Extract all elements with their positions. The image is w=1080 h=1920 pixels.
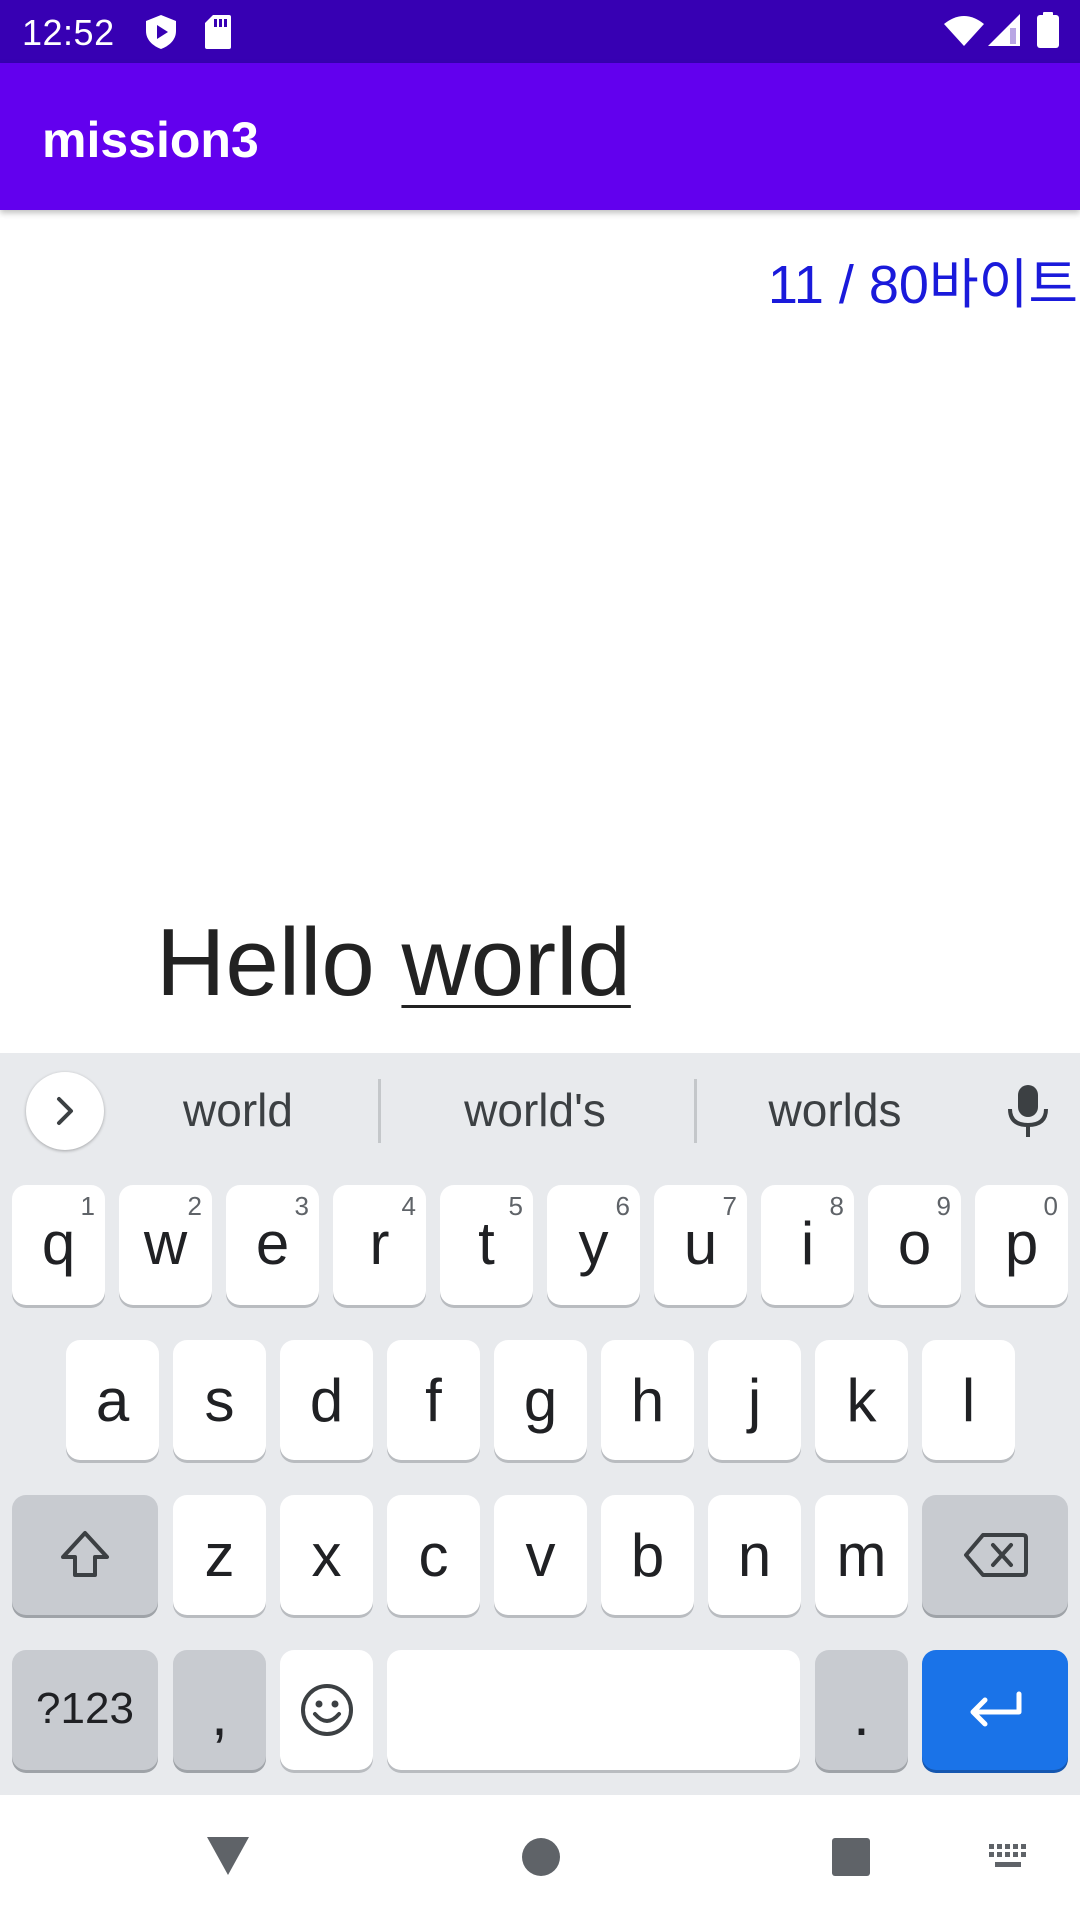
period-key[interactable]: . xyxy=(815,1650,908,1770)
key-label: k xyxy=(846,1367,877,1434)
key-label: d xyxy=(309,1367,344,1434)
home-icon[interactable] xyxy=(521,1837,561,1882)
key-m[interactable]: m xyxy=(815,1495,908,1615)
key-l[interactable]: l xyxy=(922,1340,1015,1460)
keyboard-switch-icon[interactable] xyxy=(987,1842,1029,1877)
key-label: n xyxy=(737,1522,772,1589)
key-h[interactable]: h xyxy=(601,1340,694,1460)
key-label: g xyxy=(523,1367,558,1434)
recents-icon[interactable] xyxy=(831,1837,871,1882)
message-input[interactable]: Hello world xyxy=(156,908,631,1018)
key-label: , xyxy=(211,1681,228,1748)
key-e[interactable]: 3e xyxy=(226,1185,319,1305)
comma-key[interactable]: , xyxy=(173,1650,266,1770)
key-label: y xyxy=(578,1210,609,1277)
shift-icon xyxy=(61,1531,109,1577)
key-j[interactable]: j xyxy=(708,1340,801,1460)
key-label: c xyxy=(418,1522,449,1589)
key-label: o xyxy=(897,1210,932,1277)
enter-icon xyxy=(970,1691,1022,1727)
suggestion-divider xyxy=(694,1079,697,1143)
enter-key[interactable] xyxy=(922,1650,1068,1770)
key-b[interactable]: b xyxy=(601,1495,694,1615)
key-label: a xyxy=(95,1367,130,1434)
play-protect-icon xyxy=(144,14,178,55)
key-o[interactable]: 9o xyxy=(868,1185,961,1305)
key-u[interactable]: 7u xyxy=(654,1185,747,1305)
status-bar: 12:52 xyxy=(0,0,1080,63)
key-q[interactable]: 1q xyxy=(12,1185,105,1305)
key-label: l xyxy=(961,1367,976,1434)
key-w[interactable]: 2w xyxy=(119,1185,212,1305)
microphone-icon[interactable] xyxy=(1004,1083,1052,1144)
key-n[interactable]: n xyxy=(708,1495,801,1615)
key-label: t xyxy=(478,1210,495,1277)
key-label: i xyxy=(800,1210,815,1277)
cellular-signal-icon xyxy=(988,14,1020,51)
key-label: m xyxy=(836,1522,887,1589)
key-v[interactable]: v xyxy=(494,1495,587,1615)
key-label: f xyxy=(425,1367,442,1434)
emoji-icon xyxy=(301,1684,353,1736)
key-label: r xyxy=(369,1210,390,1277)
app-bar: mission3 xyxy=(0,63,1080,210)
suggestion-divider xyxy=(378,1079,381,1143)
key-label: p xyxy=(1004,1210,1039,1277)
key-label: v xyxy=(525,1522,556,1589)
key-label: s xyxy=(204,1367,235,1434)
app-title: mission3 xyxy=(42,112,259,168)
suggestion-1[interactable]: world xyxy=(160,1083,316,1137)
key-label: w xyxy=(143,1210,188,1277)
backspace-key[interactable] xyxy=(922,1495,1068,1615)
navigation-bar xyxy=(0,1795,1080,1920)
key-label: x xyxy=(311,1522,342,1589)
key-f[interactable]: f xyxy=(387,1340,480,1460)
key-i[interactable]: 8i xyxy=(761,1185,854,1305)
key-p[interactable]: 0p xyxy=(975,1185,1068,1305)
emoji-key[interactable] xyxy=(280,1650,373,1770)
suggestion-2[interactable]: world's xyxy=(440,1083,630,1137)
key-y[interactable]: 6y xyxy=(547,1185,640,1305)
key-g[interactable]: g xyxy=(494,1340,587,1460)
chevron-right-icon xyxy=(57,1097,73,1125)
suggestion-strip: world world's worlds xyxy=(0,1053,1080,1173)
key-d[interactable]: d xyxy=(280,1340,373,1460)
back-icon[interactable] xyxy=(205,1835,251,1882)
battery-icon xyxy=(1037,12,1059,53)
symbols-key[interactable]: ?123 xyxy=(12,1650,158,1770)
space-bar[interactable] xyxy=(387,1650,800,1770)
key-s[interactable]: s xyxy=(173,1340,266,1460)
key-label: u xyxy=(683,1210,718,1277)
input-word-composing: world xyxy=(401,909,631,1016)
soft-keyboard: world world's worlds 1q 2w 3e 4r 5t 6y 7… xyxy=(0,1053,1080,1795)
backspace-icon xyxy=(964,1533,1028,1577)
key-label: j xyxy=(747,1367,762,1434)
suggestion-3[interactable]: worlds xyxy=(745,1083,925,1137)
key-z[interactable]: z xyxy=(173,1495,266,1615)
expand-toolbar-button[interactable] xyxy=(26,1072,104,1150)
byte-counter: 11 / 80바이트 xyxy=(767,255,1078,315)
shift-key[interactable] xyxy=(12,1495,158,1615)
key-k[interactable]: k xyxy=(815,1340,908,1460)
key-c[interactable]: c xyxy=(387,1495,480,1615)
key-label: z xyxy=(204,1522,235,1589)
key-r[interactable]: 4r xyxy=(333,1185,426,1305)
key-x[interactable]: x xyxy=(280,1495,373,1615)
key-label: ?123 xyxy=(36,1684,134,1733)
wifi-icon xyxy=(944,16,984,51)
key-label: e xyxy=(255,1210,290,1277)
key-label: . xyxy=(853,1681,870,1748)
key-label: h xyxy=(630,1367,665,1434)
key-a[interactable]: a xyxy=(66,1340,159,1460)
input-word-hello: Hello xyxy=(156,909,375,1016)
sd-card-icon xyxy=(204,14,232,55)
status-time: 12:52 xyxy=(22,12,115,53)
key-t[interactable]: 5t xyxy=(440,1185,533,1305)
key-label: b xyxy=(630,1522,665,1589)
key-label: q xyxy=(41,1210,76,1277)
